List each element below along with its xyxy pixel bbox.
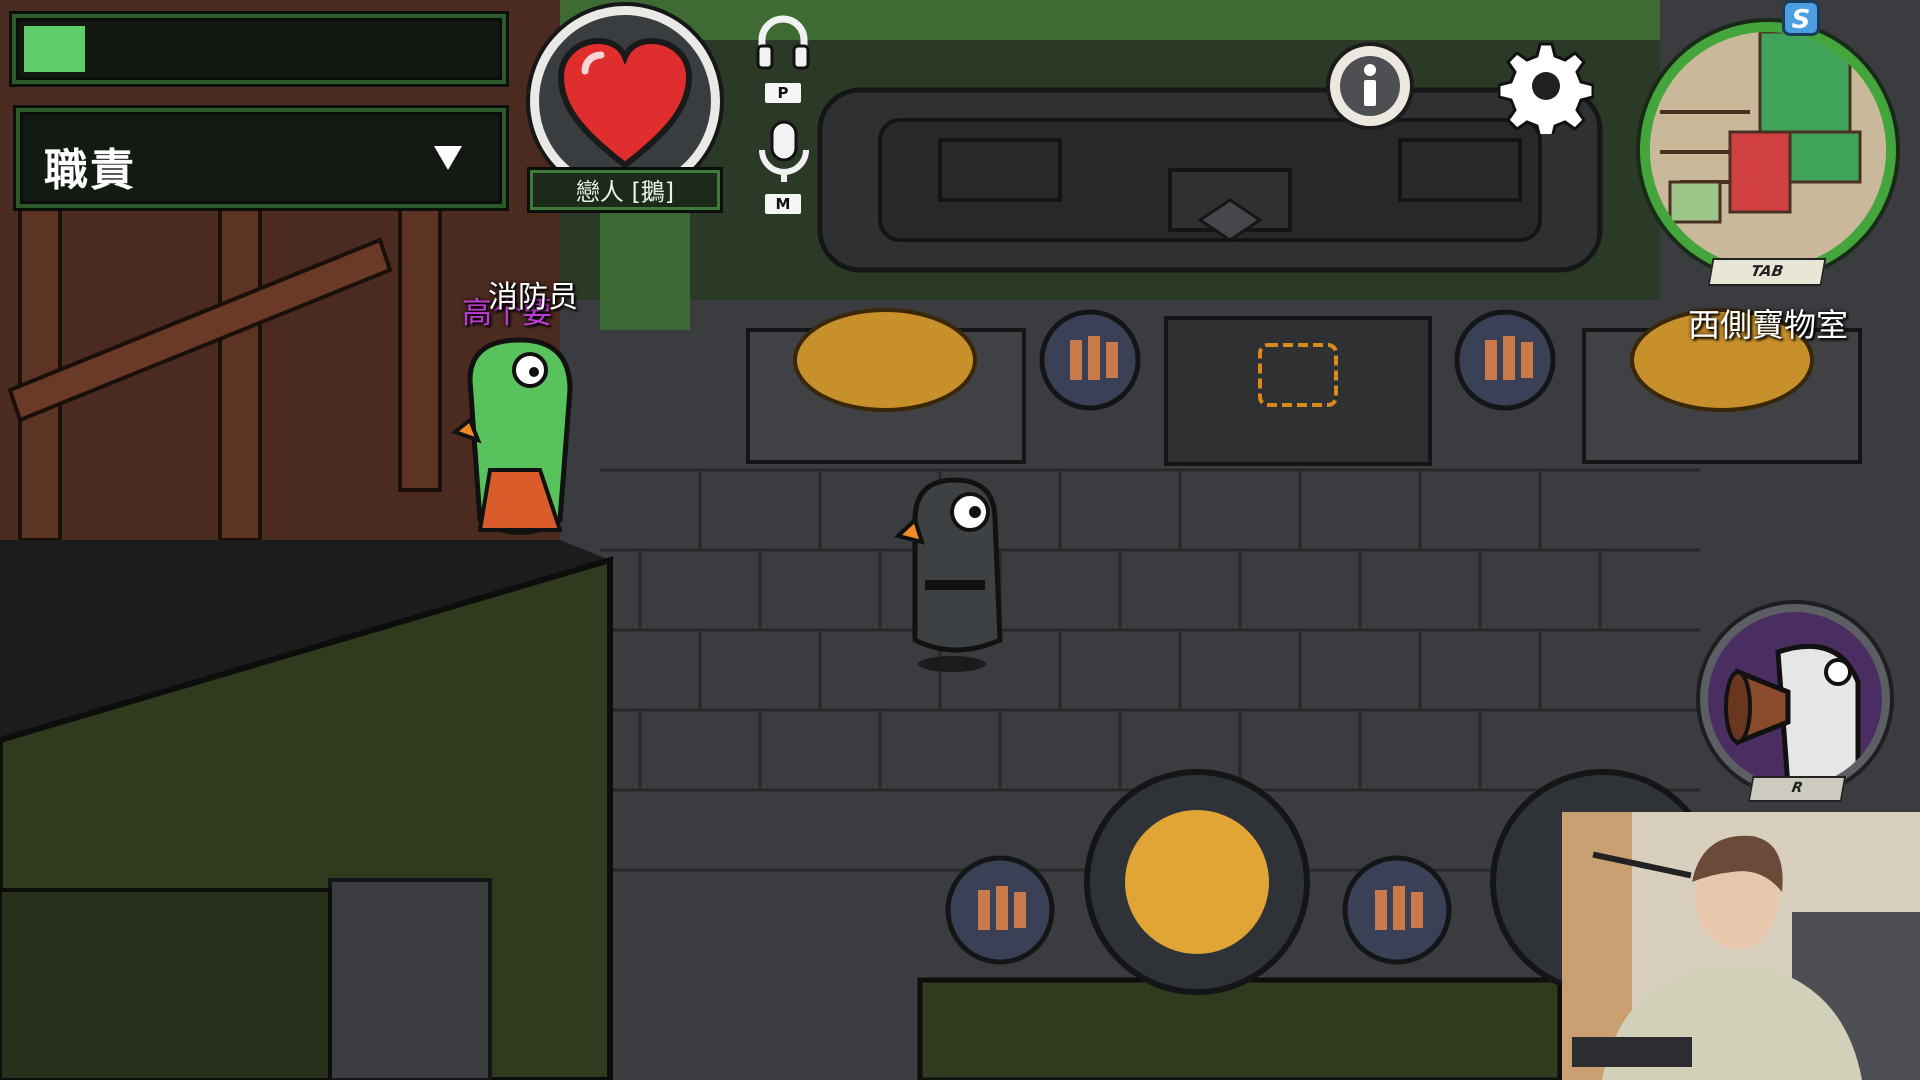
microphone-icon: [759, 120, 809, 182]
ability-key-badge: R: [1747, 776, 1847, 802]
streamer-webcam: [1562, 812, 1920, 1080]
headphones-key-badge: P: [765, 83, 801, 103]
webcam-feed: [1562, 812, 1920, 1080]
ability-button[interactable]: [1700, 604, 1890, 794]
heart-icon: [557, 37, 693, 169]
info-button[interactable]: [1326, 42, 1414, 130]
task-progress-fill: [24, 26, 85, 72]
microphone-button[interactable]: [754, 118, 814, 188]
task-progress-bar: [12, 14, 506, 84]
role-badge: [530, 6, 720, 196]
headphones-button[interactable]: [752, 10, 814, 72]
megaphone-goose-icon: [1724, 643, 1861, 786]
minimap[interactable]: [1640, 22, 1896, 278]
task-list-dropdown[interactable]: 職責: [16, 108, 506, 208]
settings-button[interactable]: [1497, 38, 1595, 140]
mic-key-badge: M: [765, 194, 801, 214]
headphones-icon: [756, 15, 810, 70]
game-scene: 職責 戀人 [鵝] P M S TAB 西側寶物室 R 高个要 消防员: [0, 0, 1920, 1080]
carved-relief: [817, 87, 1603, 273]
current-room-label: 西側寶物室: [1687, 306, 1848, 344]
gear-icon: [1497, 42, 1595, 140]
minimap-badge: S: [1782, 0, 1820, 36]
role-name-label: 戀人 [鵝]: [530, 170, 720, 210]
info-icon: [1340, 56, 1400, 116]
minimap-map: [1650, 32, 1886, 268]
task-dropdown-label: 職責: [44, 145, 136, 196]
minimap-tab-key: TAB: [1707, 258, 1827, 286]
chevron-down-icon: [434, 146, 462, 170]
player-role-tag: 消防员: [488, 280, 578, 315]
